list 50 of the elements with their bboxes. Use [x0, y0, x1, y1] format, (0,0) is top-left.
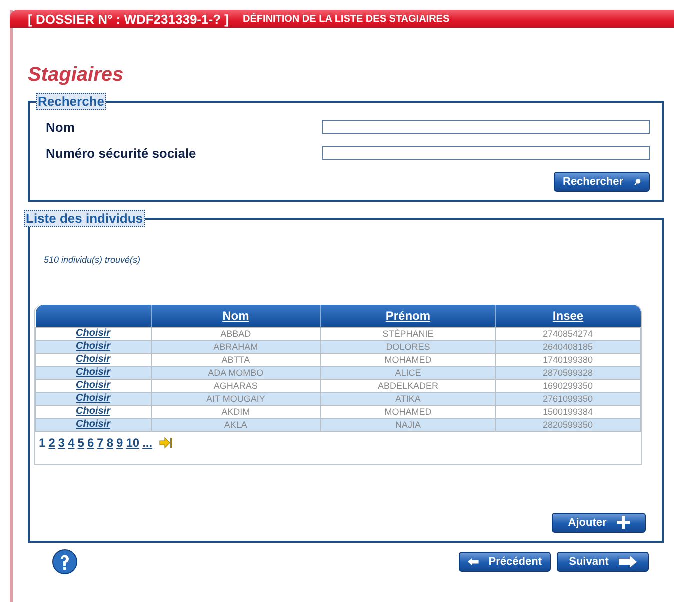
- page-link[interactable]: 9: [116, 436, 124, 450]
- field-label: Numéro sécurité sociale: [46, 146, 196, 160]
- page-link[interactable]: 4: [68, 436, 75, 450]
- panel-legend: Liste des individus: [24, 210, 146, 227]
- previous-button[interactable]: Précédent: [459, 552, 551, 572]
- table-cell: AKLA: [151, 418, 321, 431]
- page-heading: DÉFINITION DE LA LISTE DES STAGIAIRES: [242, 14, 450, 24]
- table-cell: ABBAD: [151, 327, 321, 340]
- search-button[interactable]: Rechercher: [554, 172, 650, 192]
- panel-legend: Recherche: [36, 93, 106, 110]
- table-cell: 2820599350: [496, 418, 640, 431]
- table-cell: 2640408185: [496, 340, 640, 353]
- table-cell: 2740854274: [496, 327, 640, 340]
- page-link[interactable]: ...: [142, 436, 153, 450]
- page-link[interactable]: 5: [78, 436, 84, 450]
- add-button[interactable]: Ajouter: [552, 512, 646, 532]
- table-cell: MOHAMED: [320, 353, 496, 366]
- dossier-number: [ DOSSIER N° : WDF231339-1-? ]: [28, 12, 229, 26]
- result-count: 510 individu(s) trouvé(s): [44, 255, 142, 267]
- next-button[interactable]: Suivant: [557, 552, 649, 572]
- table-cell: ALICE: [320, 366, 496, 379]
- table-cell: ABTTA: [151, 353, 321, 366]
- table-cell: AGHARAS: [151, 379, 321, 392]
- page-link[interactable]: 7: [97, 436, 104, 450]
- column-header[interactable]: Insee: [496, 305, 640, 327]
- table-cell: ATIKA: [320, 392, 496, 405]
- page-link[interactable]: 3: [58, 436, 66, 450]
- table-cell: MOHAMED: [320, 405, 496, 418]
- page-link[interactable]: 10: [126, 436, 140, 450]
- table-cell: ADA MOMBO: [151, 366, 321, 379]
- page-title: Stagiaires: [28, 64, 125, 88]
- table-cell: AIT MOUGAIY: [151, 392, 321, 405]
- table-cell: STÉPHANIE: [320, 327, 496, 340]
- table-cell: 1740199380: [496, 353, 640, 366]
- field-label: Nom: [46, 120, 75, 134]
- table-cell: NAJIA: [320, 418, 496, 431]
- page-link[interactable]: 1: [39, 436, 46, 450]
- table-cell: 1500199384: [496, 405, 640, 418]
- table-cell: DOLORES: [320, 340, 496, 353]
- table-cell: 1690299350: [496, 379, 640, 392]
- table-cell: 2870599328: [496, 366, 640, 379]
- table-cell: AKDIM: [151, 405, 321, 418]
- page-link[interactable]: 2: [48, 436, 56, 450]
- column-header[interactable]: Nom: [151, 305, 321, 327]
- table-cell: ABRAHAM: [151, 340, 321, 353]
- table-cell: 2761099350: [496, 392, 640, 405]
- page-link[interactable]: 6: [87, 436, 94, 450]
- table-cell: ABDELKADER: [320, 379, 496, 392]
- column-header[interactable]: Prénom: [320, 305, 496, 327]
- page-link[interactable]: 8: [106, 436, 114, 450]
